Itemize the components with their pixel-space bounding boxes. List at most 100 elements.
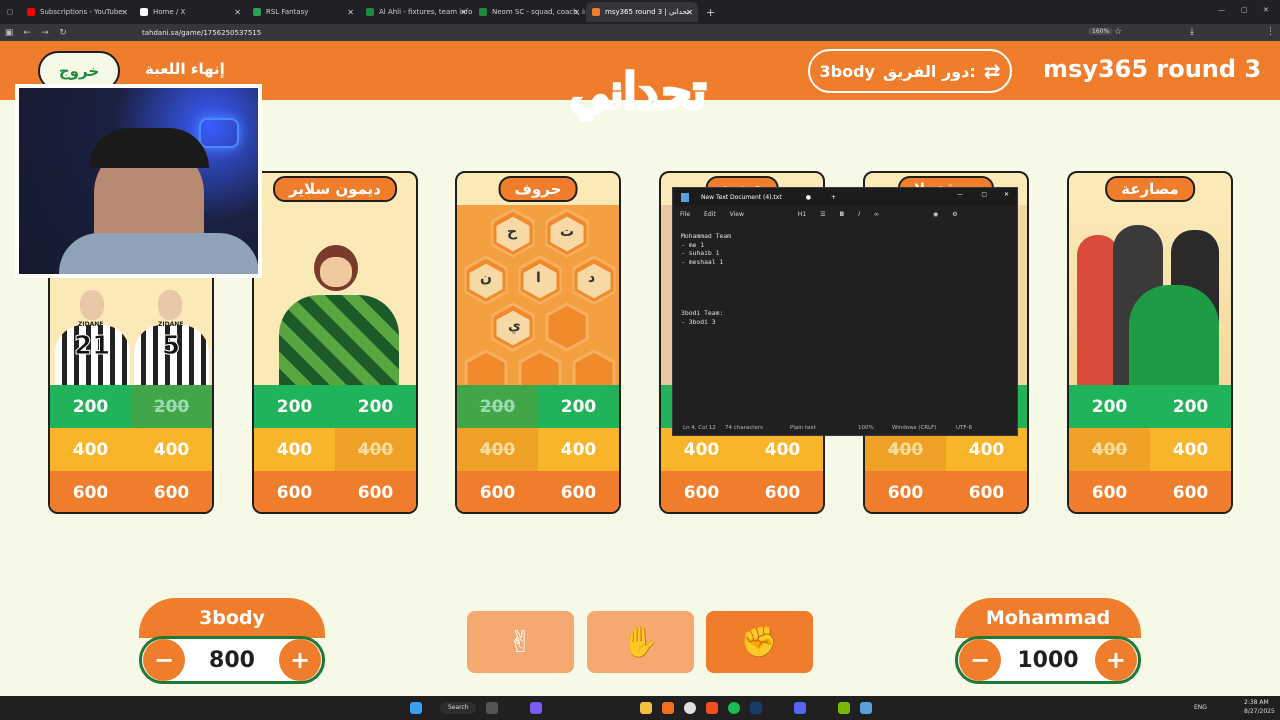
close-icon[interactable]: ✕ bbox=[460, 8, 467, 17]
minimize-icon[interactable]: — bbox=[957, 191, 963, 198]
score-row-400: 400 400 bbox=[1069, 428, 1231, 471]
firefox-icon[interactable] bbox=[662, 702, 674, 714]
close-icon[interactable]: ✕ bbox=[1004, 191, 1009, 198]
category-card-wrestling[interactable]: مصارعة 200 200 400 400 600 600 bbox=[1067, 171, 1233, 514]
tab-tahdani[interactable]: msy365 round 3 | تحداني ✕ bbox=[586, 2, 698, 22]
maximize-icon[interactable]: ▢ bbox=[1241, 6, 1248, 14]
forward-icon[interactable]: → bbox=[36, 28, 54, 38]
notepad-tab-title[interactable]: New Text Document (4).txt bbox=[701, 194, 782, 201]
tab-neom[interactable]: Neom SC - squad, coach, injuri✕ bbox=[473, 2, 585, 22]
category-card-letters[interactable]: ت ح د ا ن ي حروف 200 200 400 400 600 600 bbox=[455, 171, 621, 514]
reload-icon[interactable]: ↻ bbox=[54, 28, 72, 38]
copilot-icon[interactable]: ◉ bbox=[933, 211, 938, 218]
clock-time[interactable]: 2:38 AM bbox=[1244, 699, 1269, 706]
task-view-icon[interactable] bbox=[486, 702, 498, 714]
url-field[interactable]: tahdani.sa/game/1756250537515 bbox=[142, 29, 261, 37]
question-button[interactable]: 600 bbox=[742, 471, 823, 512]
close-icon[interactable]: ✕ bbox=[121, 8, 128, 17]
question-button[interactable]: 600 bbox=[254, 471, 335, 512]
list-icon[interactable]: ☰ bbox=[820, 211, 825, 218]
discord-icon[interactable] bbox=[794, 702, 806, 714]
question-button[interactable]: 400 bbox=[254, 428, 335, 471]
brave-icon[interactable] bbox=[706, 702, 718, 714]
question-button[interactable]: 600 bbox=[538, 471, 619, 512]
language-indicator[interactable]: ENG bbox=[1194, 704, 1207, 711]
notepad-window[interactable]: New Text Document (4).txt ● + — ▢ ✕ File… bbox=[672, 187, 1018, 436]
text-line: - 3bodi 3 bbox=[681, 317, 716, 326]
link-icon[interactable]: ∞ bbox=[874, 211, 879, 218]
italic-icon[interactable]: I bbox=[858, 211, 860, 218]
question-button[interactable]: 600 bbox=[946, 471, 1027, 512]
question-button[interactable]: 200 bbox=[254, 385, 335, 428]
notepad-text-area[interactable]: Mohammad Team - me 1- suhaib 1- meshaal 1… bbox=[681, 232, 731, 327]
raised-hand-icon: ✋ bbox=[621, 624, 660, 660]
helper-peace-button[interactable]: ✌ bbox=[467, 611, 574, 673]
question-button[interactable]: 200 bbox=[335, 385, 416, 428]
question-button-used: 400 bbox=[335, 428, 416, 471]
zoom-badge[interactable]: 160% bbox=[1088, 28, 1114, 35]
question-button[interactable]: 400 bbox=[1150, 428, 1231, 471]
settings-icon[interactable]: ⚙ bbox=[952, 211, 957, 218]
category-card-demon-slayer[interactable]: ديمون سلاير 200 200 400 400 600 600 bbox=[252, 171, 418, 514]
question-button[interactable]: 400 bbox=[131, 428, 212, 471]
end-game-button[interactable]: إنهاء اللعبة bbox=[145, 60, 235, 78]
question-button[interactable]: 200 bbox=[1069, 385, 1150, 428]
tab-rsl[interactable]: RSL Fantasy ✕ bbox=[247, 2, 359, 22]
increase-score-button[interactable]: + bbox=[1094, 639, 1137, 681]
minimize-icon[interactable]: — bbox=[1218, 6, 1225, 14]
file-explorer-icon[interactable] bbox=[640, 702, 652, 714]
decrease-score-button[interactable]: − bbox=[143, 639, 185, 681]
question-button[interactable]: 600 bbox=[131, 471, 212, 512]
question-button[interactable]: 200 bbox=[50, 385, 131, 428]
back-icon[interactable]: ← bbox=[18, 28, 36, 38]
windows-start-icon[interactable] bbox=[410, 702, 422, 714]
decrease-score-button[interactable]: − bbox=[959, 639, 1001, 681]
maximize-icon[interactable]: ▢ bbox=[981, 191, 987, 198]
menu-icon[interactable]: ⋮ bbox=[1266, 27, 1275, 37]
tab-search-icon[interactable]: ▢ bbox=[0, 8, 20, 16]
close-icon[interactable]: ✕ bbox=[347, 8, 354, 17]
helper-fist-button[interactable]: ✊ bbox=[706, 611, 813, 673]
question-button[interactable]: 600 bbox=[865, 471, 946, 512]
chrome-icon[interactable] bbox=[684, 702, 696, 714]
menu-edit[interactable]: Edit bbox=[704, 211, 716, 218]
increase-score-button[interactable]: + bbox=[279, 639, 321, 681]
question-button[interactable]: 600 bbox=[457, 471, 538, 512]
clock-date[interactable]: 8/27/2025 bbox=[1244, 708, 1275, 715]
spotify-icon[interactable] bbox=[728, 702, 740, 714]
turn-indicator[interactable]: 3body دور الفريق: ⇄ bbox=[808, 49, 1012, 93]
download-icon[interactable]: ⤓ bbox=[1190, 27, 1194, 37]
steam-icon[interactable] bbox=[750, 702, 762, 714]
bold-icon[interactable]: B bbox=[840, 211, 845, 218]
close-icon[interactable]: ✕ bbox=[686, 8, 693, 17]
question-button[interactable]: 200 bbox=[538, 385, 619, 428]
copilot-icon[interactable] bbox=[530, 702, 542, 714]
question-button[interactable]: 400 bbox=[538, 428, 619, 471]
tab-x[interactable]: Home / X ✕ bbox=[134, 2, 246, 22]
menu-view[interactable]: View bbox=[730, 211, 744, 218]
question-button[interactable]: 200 bbox=[1150, 385, 1231, 428]
heading-dropdown[interactable]: H1 bbox=[798, 211, 806, 218]
question-button[interactable]: 400 bbox=[50, 428, 131, 471]
nvidia-icon[interactable] bbox=[838, 702, 850, 714]
question-button[interactable]: 600 bbox=[661, 471, 742, 512]
taskbar-search[interactable]: Search bbox=[440, 702, 476, 714]
tab-youtube[interactable]: Subscriptions - YouTube ✕ bbox=[21, 2, 133, 22]
close-icon[interactable]: ✕ bbox=[573, 8, 580, 17]
menu-file[interactable]: File bbox=[680, 211, 690, 218]
close-tab-icon[interactable]: ● bbox=[806, 194, 811, 201]
question-button[interactable]: 600 bbox=[1150, 471, 1231, 512]
bookmark-star-icon[interactable]: ☆ bbox=[1114, 27, 1122, 37]
notepad-taskbar-icon[interactable] bbox=[860, 702, 872, 714]
score-row-600: 600 600 bbox=[865, 471, 1027, 512]
close-window-icon[interactable]: ✕ bbox=[1263, 6, 1269, 14]
question-button[interactable]: 600 bbox=[50, 471, 131, 512]
question-button[interactable]: 600 bbox=[1069, 471, 1150, 512]
close-icon[interactable]: ✕ bbox=[234, 8, 241, 17]
sidebar-icon[interactable]: ▣ bbox=[0, 28, 18, 38]
helper-hand-button[interactable]: ✋ bbox=[587, 611, 694, 673]
new-tab-button[interactable]: + bbox=[706, 6, 715, 19]
tab-alahli[interactable]: Al Ahli - fixtures, team info and✕ bbox=[360, 2, 472, 22]
question-button[interactable]: 600 bbox=[335, 471, 416, 512]
new-tab-icon[interactable]: + bbox=[831, 194, 836, 201]
